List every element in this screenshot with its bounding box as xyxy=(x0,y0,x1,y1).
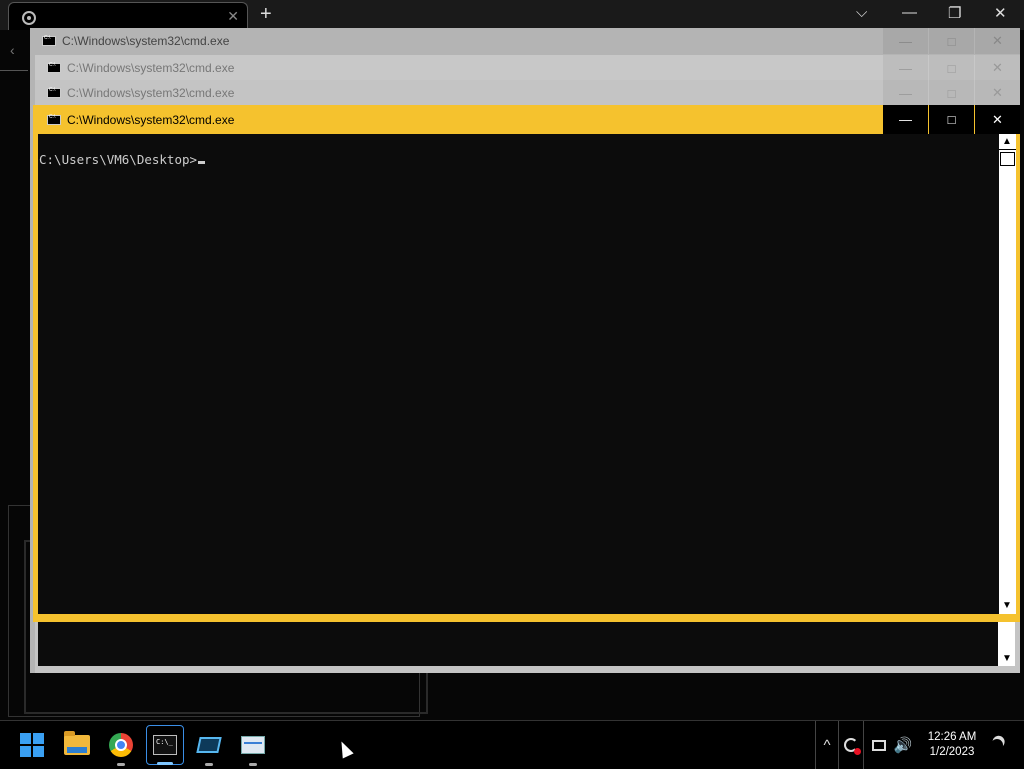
window-title: C:\Windows\system32\cmd.exe xyxy=(67,86,235,100)
scroll-down-icon[interactable]: ▼ xyxy=(1002,600,1012,612)
network-icon xyxy=(872,739,886,751)
sync-error-icon xyxy=(844,738,861,755)
taskbar: ^ 🔊 12:26 AM 1/2/2023 xyxy=(0,720,1024,769)
minimize-button[interactable]: — xyxy=(883,55,928,81)
close-button[interactable]: ✕ xyxy=(975,80,1020,106)
vertical-scrollbar[interactable]: ▲ ▼ xyxy=(999,134,1016,614)
folder-icon xyxy=(64,731,90,755)
start-button[interactable] xyxy=(16,729,48,761)
tab-search-chevron-icon[interactable]: ⌵ xyxy=(856,4,867,21)
perf-icon xyxy=(241,736,265,754)
running-indicator xyxy=(249,763,257,766)
window-controls: — □ ✕ xyxy=(882,55,1020,81)
scroll-down-icon[interactable]: ▼ xyxy=(1002,653,1012,664)
chrome-icon xyxy=(109,733,133,757)
taskbar-remote-desktop[interactable] xyxy=(193,729,225,766)
minimize-button[interactable]: — xyxy=(883,28,928,54)
console-output[interactable]: C:\Users\VM6\Desktop> xyxy=(38,134,999,614)
background-scrollbar[interactable]: ▼ xyxy=(998,620,1015,666)
text-cursor xyxy=(198,161,206,164)
title-bar[interactable]: C:\Windows\system32\cmd.exe — □ ✕ xyxy=(30,28,1020,54)
browser-tab-bar: ✕ + ⌵ — ❐ ✕ xyxy=(0,0,1024,31)
minimize-button[interactable]: — xyxy=(883,80,928,106)
maximize-button[interactable]: □ xyxy=(929,80,974,106)
maximize-button[interactable]: □ xyxy=(929,55,974,81)
taskbar-chrome[interactable] xyxy=(105,729,137,766)
focus-moon-icon xyxy=(989,737,1005,753)
tab-close-icon[interactable]: ✕ xyxy=(227,8,239,25)
window-controls: — □ ✕ xyxy=(882,105,1020,134)
tray-separator xyxy=(815,721,816,769)
clock-date: 1/2/2023 xyxy=(929,746,975,758)
running-indicator xyxy=(205,763,213,766)
running-indicator xyxy=(117,763,125,766)
terminal-icon xyxy=(153,735,177,755)
tray-separator xyxy=(863,721,864,769)
new-tab-button[interactable]: + xyxy=(260,3,272,26)
cmd-icon xyxy=(47,62,61,73)
notifications-button[interactable] xyxy=(988,731,1006,759)
cmd-window-active[interactable]: C:\Windows\system32\cmd.exe — □ ✕ C:\Use… xyxy=(33,105,1020,622)
volume-button[interactable]: 🔊 xyxy=(892,731,914,759)
taskbar-file-explorer[interactable] xyxy=(61,729,93,761)
tray-separator xyxy=(838,721,839,769)
background-console xyxy=(38,620,998,666)
maximize-button[interactable]: □ xyxy=(929,28,974,54)
title-bar[interactable]: C:\Windows\system32\cmd.exe — □ ✕ xyxy=(33,105,1020,134)
window-controls: — □ ✕ xyxy=(882,80,1020,106)
close-button[interactable]: ✕ xyxy=(975,28,1020,54)
clock-time: 12:26 AM xyxy=(927,731,977,743)
scroll-thumb[interactable] xyxy=(1000,152,1015,166)
scrollbar-divider xyxy=(999,149,1016,150)
rdp-icon xyxy=(196,737,222,753)
windows-logo-icon xyxy=(20,733,44,757)
browser-close-button[interactable]: ✕ xyxy=(994,4,1007,22)
browser-restore-button[interactable]: ❐ xyxy=(948,4,961,22)
cmd-icon xyxy=(47,114,61,125)
show-hidden-icons-button[interactable]: ^ xyxy=(818,731,836,759)
clock[interactable]: 12:26 AM 1/2/2023 xyxy=(920,730,984,760)
network-button[interactable] xyxy=(870,731,888,759)
title-bar[interactable]: C:\Windows\system32\cmd.exe — □ ✕ xyxy=(35,80,1020,106)
browser-minimize-button[interactable]: — xyxy=(902,4,917,21)
maximize-button[interactable]: □ xyxy=(929,105,974,134)
taskbar-performance-monitor[interactable] xyxy=(237,729,269,766)
window-title: C:\Windows\system32\cmd.exe xyxy=(62,34,230,48)
chevron-up-icon: ^ xyxy=(823,736,831,754)
running-indicator xyxy=(157,762,173,765)
title-bar[interactable]: C:\Windows\system32\cmd.exe — □ ✕ xyxy=(35,55,1020,81)
window-controls: — □ ✕ xyxy=(882,28,1020,54)
back-arrow-icon[interactable]: ‹ xyxy=(10,42,15,58)
cmd-icon xyxy=(47,87,61,98)
volume-icon: 🔊 xyxy=(893,737,913,754)
cmd-icon xyxy=(42,35,56,46)
window-title: C:\Windows\system32\cmd.exe xyxy=(67,61,235,75)
scroll-up-icon[interactable]: ▲ xyxy=(1002,136,1012,148)
window-title: C:\Windows\system32\cmd.exe xyxy=(67,112,235,127)
close-button[interactable]: ✕ xyxy=(975,55,1020,81)
chrome-logo-icon xyxy=(22,11,36,25)
command-prompt: C:\Users\VM6\Desktop> xyxy=(39,152,198,167)
taskbar-command-prompt[interactable] xyxy=(146,725,184,765)
sync-status-button[interactable] xyxy=(842,731,861,759)
browser-tab[interactable]: ✕ xyxy=(8,2,248,31)
minimize-button[interactable]: — xyxy=(883,105,928,134)
close-button[interactable]: ✕ xyxy=(975,105,1020,134)
